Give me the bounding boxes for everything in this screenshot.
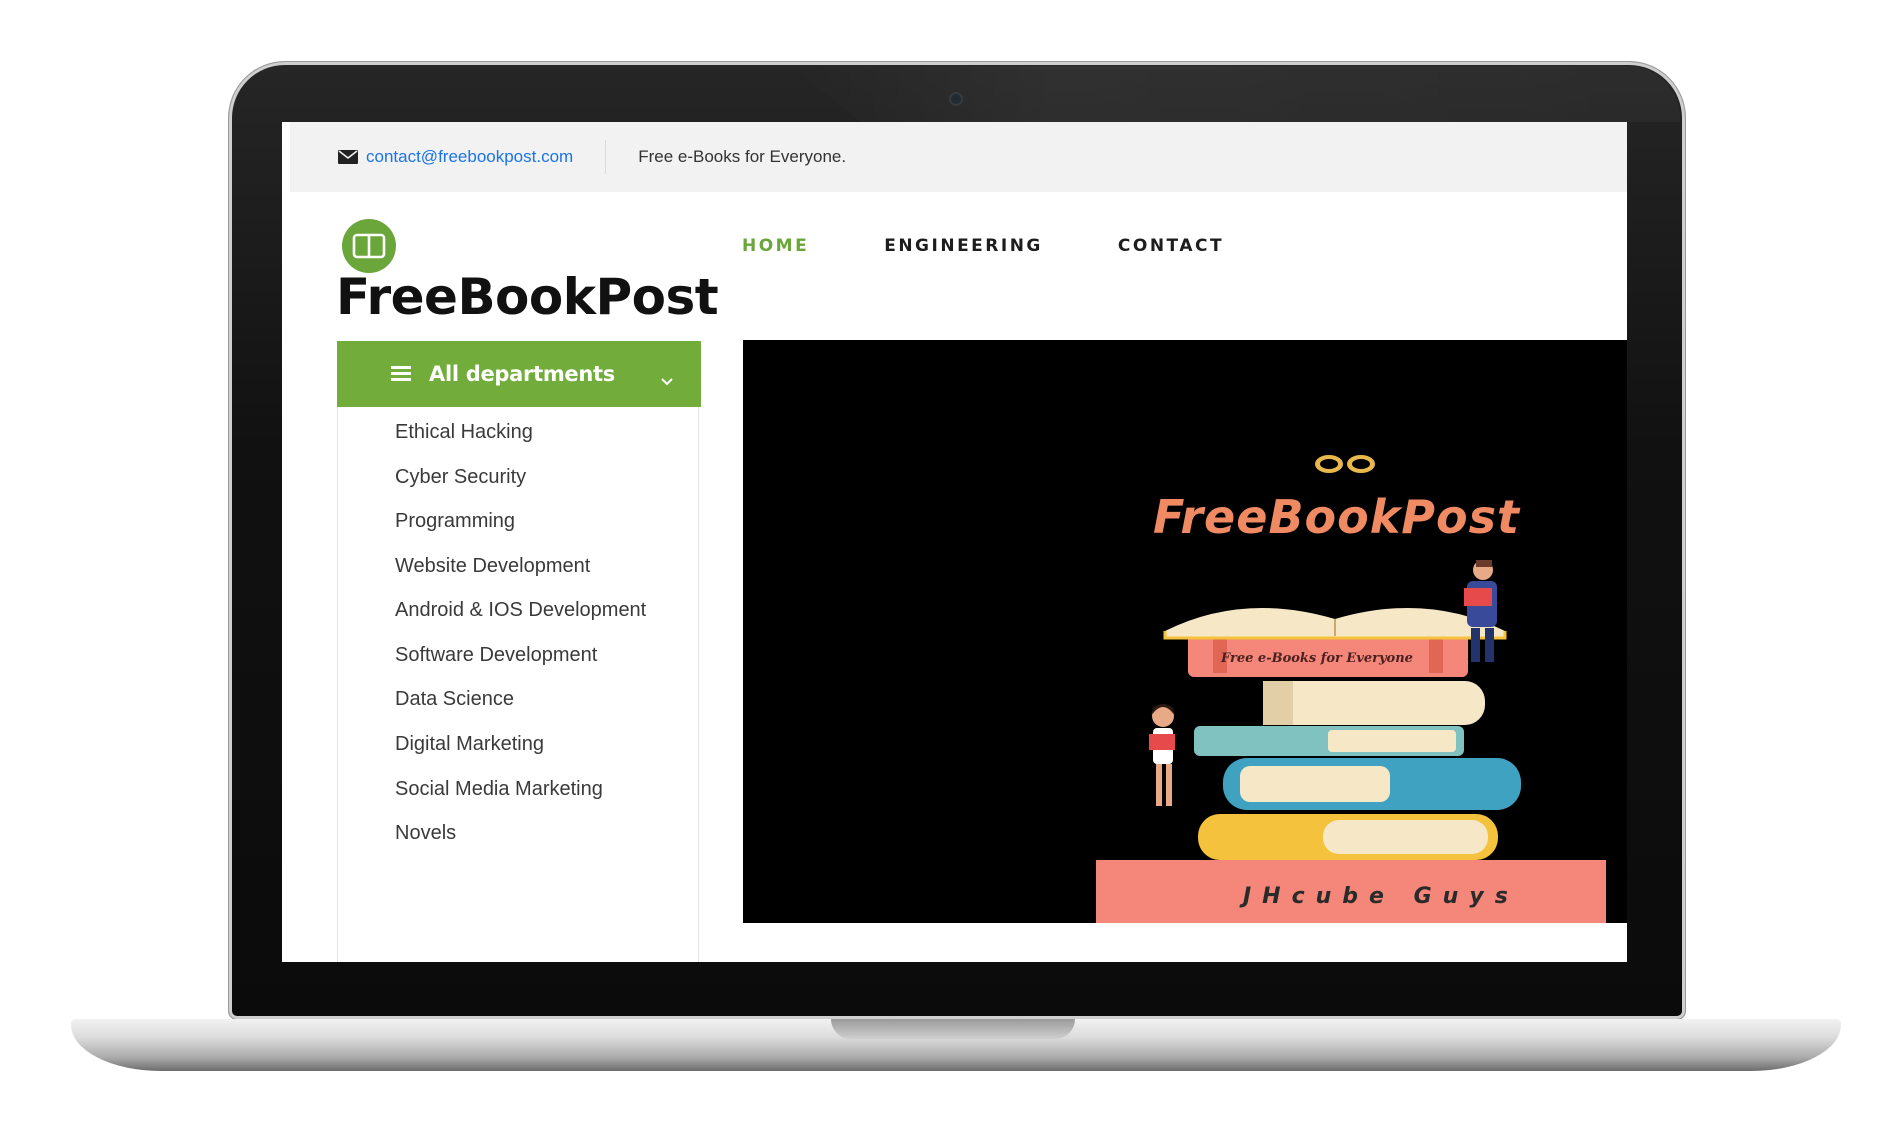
dept-android-ios-development[interactable]: Android & IOS Development [395, 599, 646, 622]
banner-footer: JHcube Guys [1243, 884, 1519, 909]
chevron-down-icon [661, 367, 673, 391]
dept-programming[interactable]: Programming [395, 510, 515, 533]
banner-title: FreeBookPost [1153, 490, 1520, 544]
website-screen: contact@freebookpost.com Free e-Books fo… [282, 122, 1627, 962]
glasses-icon [1315, 455, 1375, 473]
hamburger-icon [391, 366, 411, 382]
envelope-icon [338, 150, 358, 164]
open-book-icon[interactable] [342, 219, 396, 273]
dept-website-development[interactable]: Website Development [395, 555, 590, 578]
nav-engineering[interactable]: ENGINEERING [884, 236, 1043, 256]
top-bar: contact@freebookpost.com Free e-Books fo… [290, 122, 1627, 192]
nav-home[interactable]: HOME [742, 236, 809, 256]
topbar-divider [605, 140, 607, 174]
site-logo[interactable]: FreeBookPost [336, 268, 719, 326]
camera-icon [949, 92, 963, 106]
all-departments-label: All departments [429, 362, 615, 386]
banner-book-tag: Free e-Books for Everyone [1221, 651, 1413, 666]
topbar-tagline: Free e-Books for Everyone. [638, 147, 847, 166]
dept-cyber-security[interactable]: Cyber Security [395, 466, 526, 489]
lid-glare [790, 66, 1680, 122]
nav-contact[interactable]: CONTACT [1118, 236, 1224, 256]
book-stack-illustration [1096, 455, 1606, 923]
main-nav: HOME ENGINEERING CONTACT [742, 236, 1299, 256]
all-departments-button[interactable]: All departments [337, 341, 701, 407]
departments-list: Ethical Hacking Cyber Security Programmi… [337, 407, 699, 962]
contact-email-link[interactable]: contact@freebookpost.com [366, 147, 573, 167]
hero-banner[interactable]: FreeBookPost Free e-Books for Everyone J… [743, 340, 1627, 923]
laptop-notch [831, 1019, 1075, 1039]
dept-novels[interactable]: Novels [395, 822, 456, 845]
dept-ethical-hacking[interactable]: Ethical Hacking [395, 421, 533, 444]
dept-digital-marketing[interactable]: Digital Marketing [395, 733, 544, 756]
dept-social-media-marketing[interactable]: Social Media Marketing [395, 778, 603, 801]
dept-software-development[interactable]: Software Development [395, 644, 597, 667]
dept-data-science[interactable]: Data Science [395, 688, 514, 711]
